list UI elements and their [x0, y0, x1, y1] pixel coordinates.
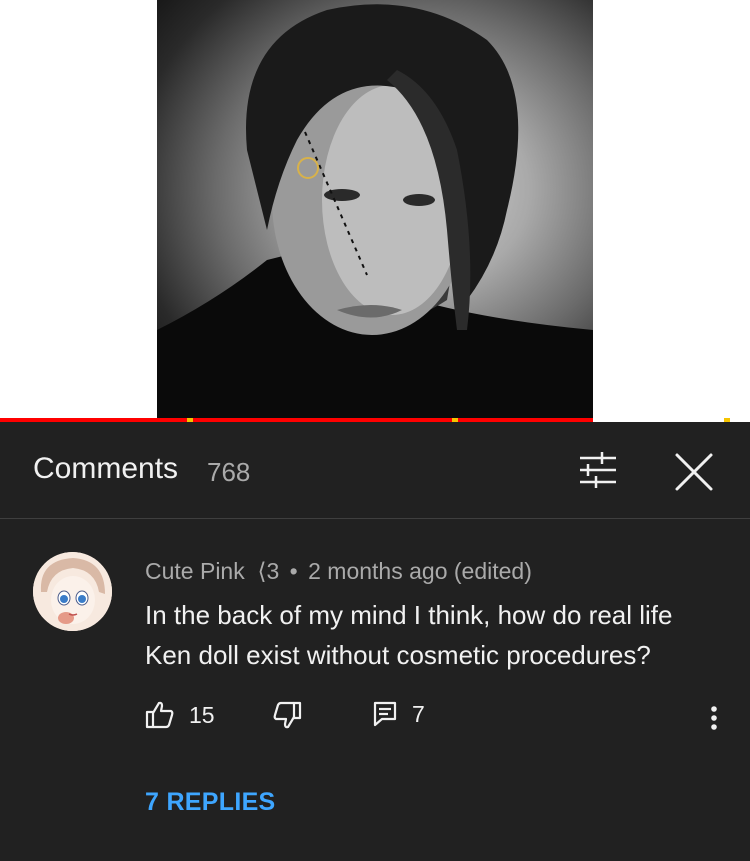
like-button[interactable]: 15 — [145, 700, 215, 730]
like-count: 15 — [189, 701, 215, 728]
anime-girl-avatar-image — [33, 552, 112, 631]
dislike-button[interactable] — [272, 700, 302, 730]
video-thumbnail-image — [157, 4, 593, 420]
reply-button[interactable]: 7 — [372, 700, 425, 728]
author-emoticon: ⟨3 — [257, 558, 280, 584]
meta-separator: • — [289, 558, 298, 584]
more-vertical-icon — [711, 706, 717, 730]
sort-comments-button[interactable] — [572, 447, 624, 493]
close-icon — [675, 453, 713, 491]
comment-time: 2 months ago (edited) — [308, 558, 532, 584]
comments-panel: Comments 768 Cute Pink ⟨3 • 2 months ago… — [0, 422, 750, 861]
thumbs-up-icon — [145, 701, 174, 729]
comment-author[interactable]: Cute Pink — [145, 558, 245, 584]
video-player[interactable] — [0, 0, 750, 422]
view-replies-link[interactable]: 7 REPLIES — [145, 788, 276, 817]
comment-reply-icon — [373, 701, 397, 727]
thumbs-down-icon — [273, 701, 302, 729]
comment-actions: 15 7 — [0, 700, 750, 740]
sort-sliders-icon — [580, 452, 616, 488]
comment-meta: Cute Pink ⟨3 • 2 months ago (edited) — [145, 558, 532, 585]
comments-header: Comments 768 — [0, 422, 750, 519]
comments-count: 768 — [207, 457, 251, 487]
comment-more-button[interactable] — [700, 700, 728, 740]
avatar[interactable] — [33, 552, 112, 631]
comment-item: Cute Pink ⟨3 • 2 months ago (edited) In … — [0, 520, 750, 860]
reply-count: 7 — [412, 700, 425, 727]
video-frame[interactable] — [157, 0, 593, 420]
comments-title: Comments — [33, 452, 179, 485]
comment-text: In the back of my mind I think, how do r… — [145, 600, 673, 670]
close-comments-button[interactable] — [668, 446, 720, 498]
